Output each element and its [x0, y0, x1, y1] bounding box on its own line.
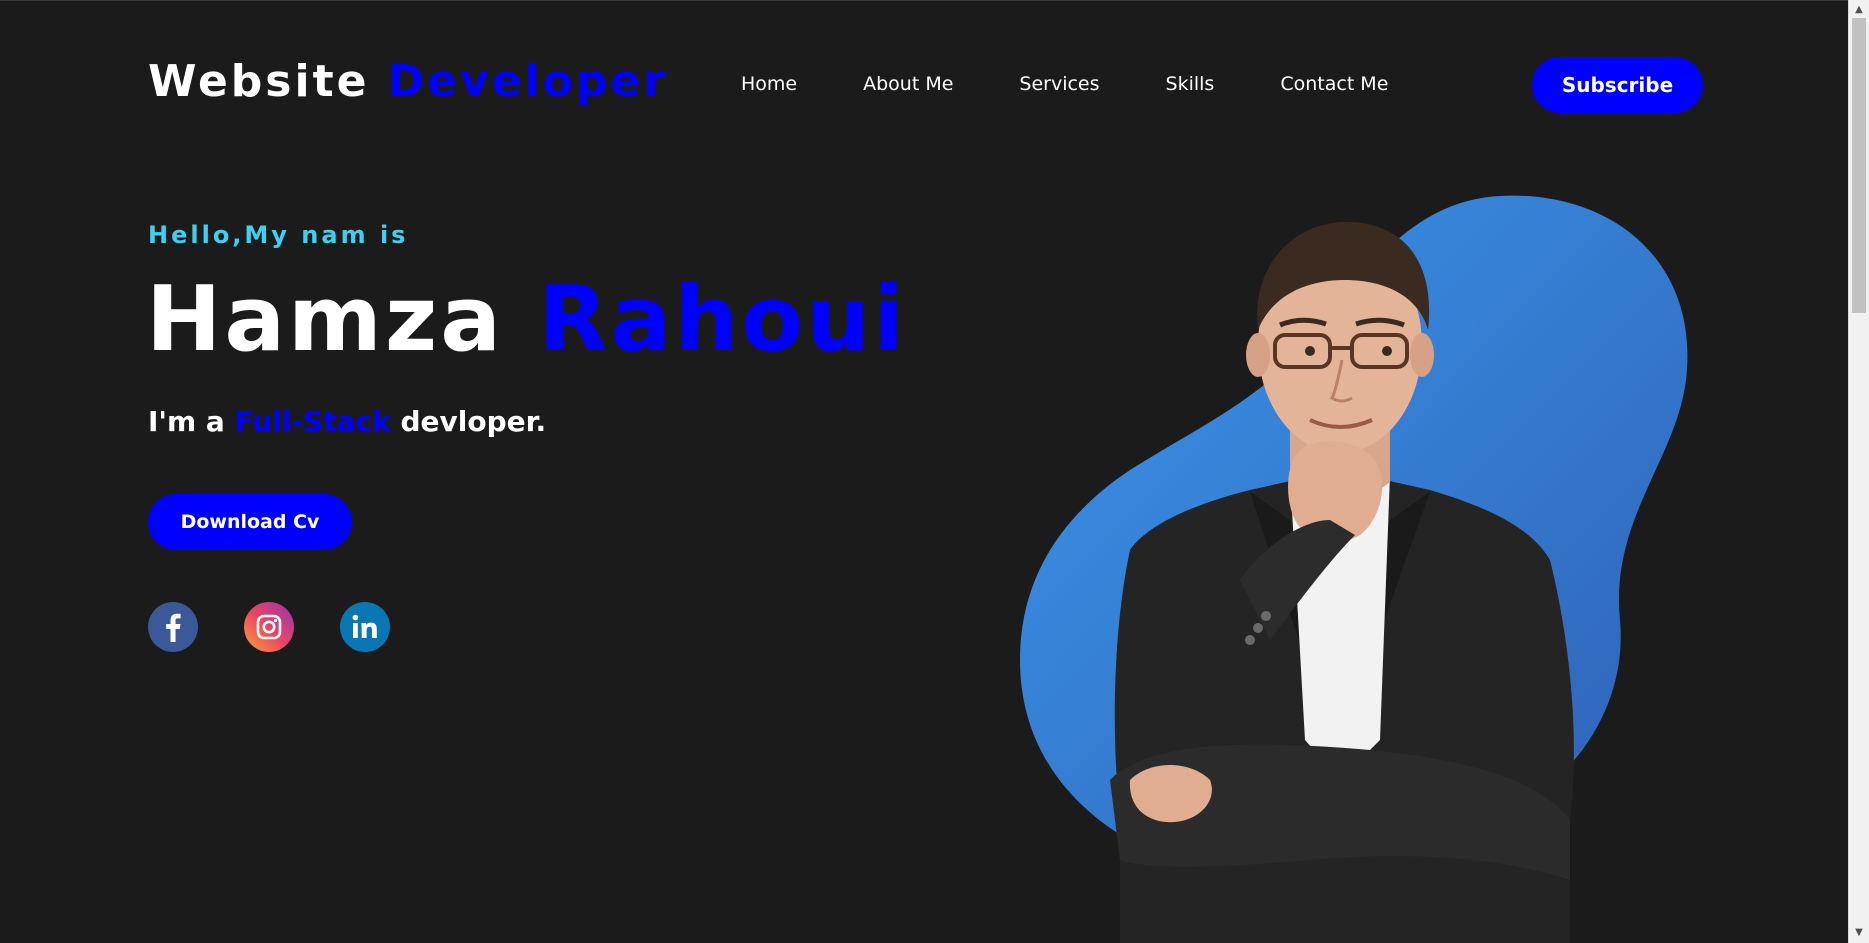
tagline-suffix: devloper.: [400, 405, 547, 438]
chevron-up-icon[interactable]: ▲: [1849, 2, 1869, 18]
top-divider: [0, 0, 1849, 1]
page-scrollbar[interactable]: ▲ ▼: [1848, 0, 1869, 943]
facebook-icon: [166, 613, 181, 642]
tagline-prefix: I'm a: [148, 405, 225, 438]
nav-home[interactable]: Home: [741, 70, 797, 98]
linkedin-link[interactable]: [340, 602, 390, 652]
nav-services[interactable]: Services: [1019, 70, 1099, 98]
chevron-down-icon[interactable]: ▼: [1849, 925, 1869, 941]
subscribe-button[interactable]: Subscribe: [1532, 57, 1703, 113]
nav-skills[interactable]: Skills: [1166, 70, 1215, 98]
tagline-accent: Full-Stack: [234, 405, 391, 438]
page: Website Developer Home About Me Services…: [0, 0, 1869, 943]
instagram-icon: [256, 614, 282, 640]
hero-last-name: Rahoui: [538, 267, 908, 372]
nav-contact-me[interactable]: Contact Me: [1280, 70, 1388, 98]
social-links: [148, 602, 436, 652]
linkedin-icon: [352, 614, 377, 638]
scrollbar-thumb[interactable]: [1852, 18, 1866, 313]
hero-tagline: I'm a Full-Stack devloper.: [148, 405, 546, 438]
logo-text: Website: [148, 56, 370, 107]
instagram-link[interactable]: [244, 602, 294, 652]
hero-first-name: Hamza: [146, 267, 504, 372]
facebook-link[interactable]: [148, 602, 198, 652]
hero-greeting: Hello,My nam is: [148, 221, 409, 249]
developer-portrait: [1110, 221, 1574, 943]
logo-accent-text: Developer: [387, 56, 669, 107]
main-nav: Home About Me Services Skills Contact Me: [741, 70, 1454, 98]
download-cv-button[interactable]: Download Cv: [148, 494, 352, 550]
hero-name: Hamza Rahoui: [146, 265, 907, 375]
nav-about-me[interactable]: About Me: [863, 70, 953, 98]
site-logo[interactable]: Website Developer: [148, 56, 668, 108]
